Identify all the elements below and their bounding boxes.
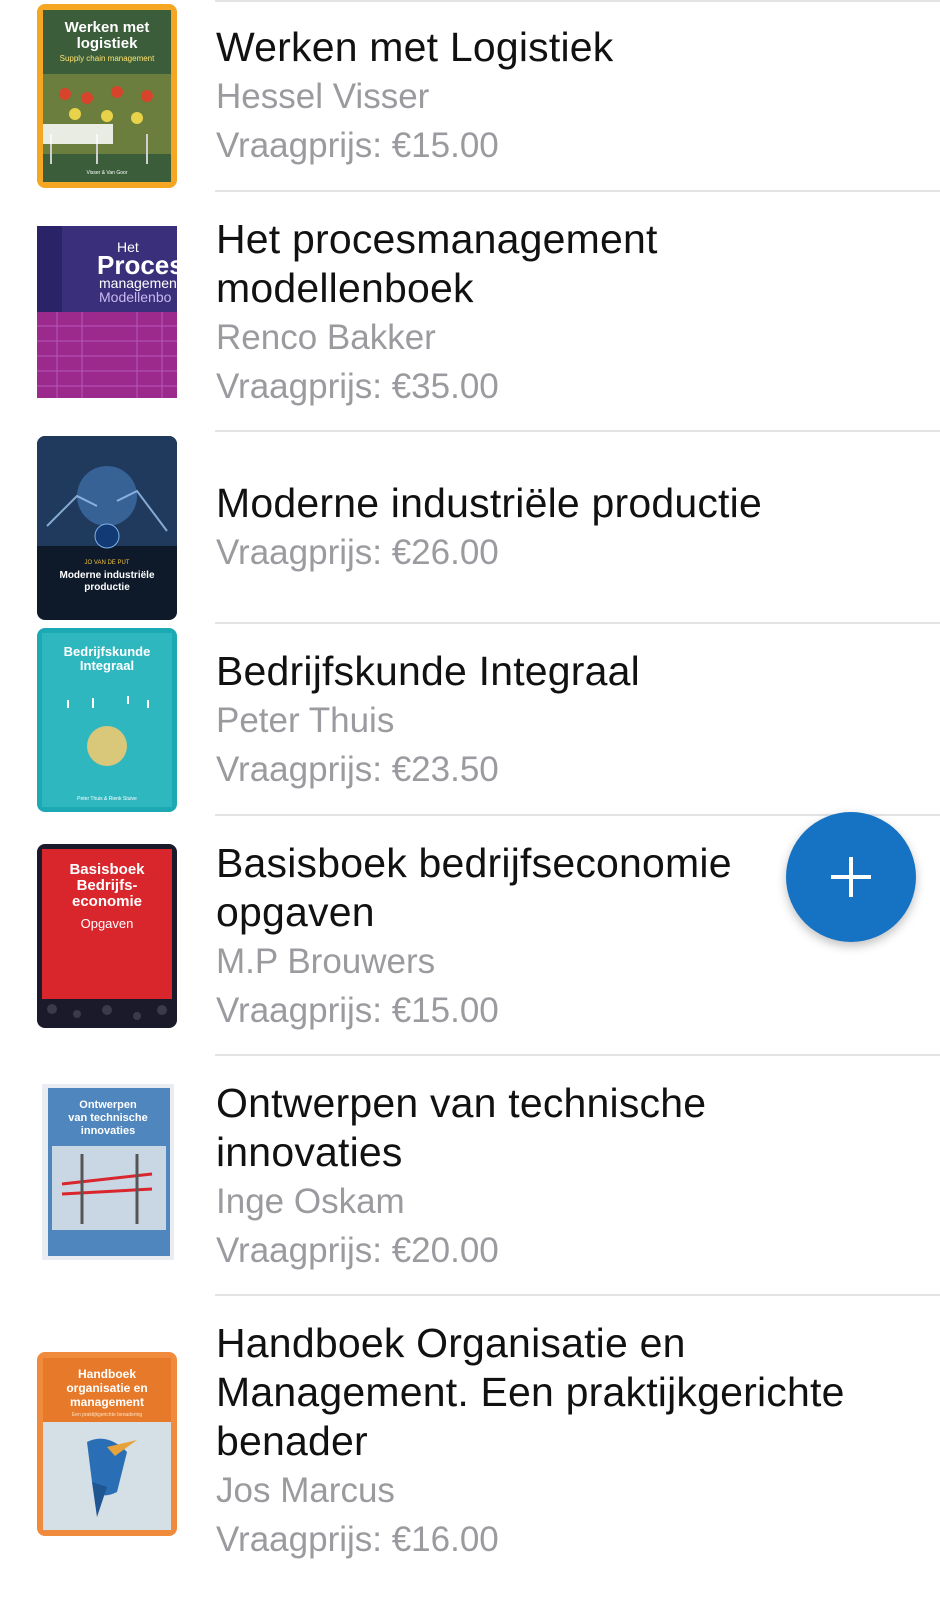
- cover-title-line: Bedrijfs-: [77, 877, 138, 894]
- book-title-continued: Management. Een praktijkgerichte: [216, 1369, 845, 1415]
- book-info: Het procesmanagement modellenboek Renco …: [216, 215, 930, 411]
- cover-image-basisboek-bedrijfseconomie: Basisboek Bedrijfs- economie Opgaven: [37, 844, 177, 1028]
- cover-image-handboek-organisatie: Handboek organisatie en management Een p…: [37, 1352, 177, 1536]
- book-info: Ontwerpen van technische innovaties Inge…: [216, 1079, 930, 1275]
- book-author: Jos Marcus: [216, 1471, 395, 1510]
- book-price: Vraagprijs: €15.00: [216, 991, 499, 1030]
- list-item[interactable]: Werken met logistiek Supply chain manage…: [0, 0, 940, 192]
- cover-subtitle: Opgaven: [81, 916, 134, 931]
- book-price: Vraagprijs: €20.00: [216, 1231, 499, 1270]
- cover-title-line: productie: [84, 582, 130, 593]
- book-cover: JO VAN DE PUT Moderne industriële produc…: [37, 436, 177, 620]
- list-item[interactable]: JO VAN DE PUT Moderne industriële produc…: [0, 432, 940, 624]
- book-price: Vraagprijs: €23.50: [216, 750, 499, 789]
- cover-title-line: management: [70, 1395, 144, 1409]
- book-title: Het procesmanagement: [216, 216, 658, 262]
- cover-title-line: Werken met: [65, 19, 150, 36]
- book-price: Vraagprijs: €26.00: [216, 533, 499, 572]
- book-price: Vraagprijs: €16.00: [216, 1520, 499, 1559]
- book-title: Werken met Logistiek: [216, 24, 614, 70]
- book-cover: Het Proces managemen Modellenbo: [37, 226, 177, 398]
- book-title-continued: benader: [216, 1418, 368, 1464]
- book-info: Bedrijfskunde Integraal Peter Thuis Vraa…: [216, 647, 930, 794]
- book-title: Handboek Organisatie en: [216, 1320, 686, 1366]
- book-title-continued: modellenboek: [216, 265, 474, 311]
- book-title: Moderne industriële productie: [216, 480, 762, 526]
- cover-authors: Visser & Van Goor: [87, 170, 128, 176]
- cover-image-ontwerpen-technische-innovaties: Ontwerpen van technische innovaties: [42, 1084, 174, 1260]
- book-title: Bedrijfskunde Integraal: [216, 648, 640, 694]
- list-item[interactable]: Het Proces managemen Modellenbo Het proc…: [0, 192, 940, 432]
- book-author: Renco Bakker: [216, 318, 436, 357]
- book-info: Handboek Organisatie en Management. Een …: [216, 1319, 930, 1564]
- cover-image-bedrijfskunde-integraal: Bedrijfskunde Integraal Peter Thuis & Ri…: [37, 628, 177, 812]
- add-book-button[interactable]: [786, 812, 916, 942]
- cover-image-moderne-industriele-productie: JO VAN DE PUT Moderne industriële produc…: [37, 436, 177, 620]
- cover-title-line: Bedrijfskunde: [64, 644, 151, 659]
- cover-image-werken-met-logistiek: Werken met logistiek Supply chain manage…: [37, 4, 177, 188]
- cover-subtitle: Supply chain management: [60, 54, 156, 63]
- book-title-continued: innovaties: [216, 1129, 403, 1175]
- cover-title-line: Integraal: [80, 658, 134, 673]
- book-list: Werken met logistiek Supply chain manage…: [0, 0, 940, 1600]
- cover-title-line: economie: [72, 893, 142, 910]
- book-info: Werken met Logistiek Hessel Visser Vraag…: [216, 23, 930, 170]
- cover-title-line: van technische: [68, 1112, 147, 1124]
- book-author: M.P Brouwers: [216, 942, 436, 981]
- book-price: Vraagprijs: €35.00: [216, 367, 499, 406]
- list-item[interactable]: Handboek organisatie en management Een p…: [0, 1296, 940, 1600]
- cover-author: JO VAN DE PUT: [85, 560, 130, 566]
- cover-title-line: Ontwerpen: [79, 1099, 137, 1111]
- cover-title-line: Moderne industriële: [59, 570, 154, 581]
- cover-title-line: Handboek: [78, 1367, 136, 1381]
- cover-authors: Peter Thuis & Rienk Stuive: [77, 796, 137, 802]
- list-item[interactable]: Ontwerpen van technische innovaties Ontw…: [0, 1056, 940, 1296]
- book-author: Peter Thuis: [216, 701, 395, 740]
- plus-icon: [831, 857, 871, 897]
- book-cover: Ontwerpen van technische innovaties: [42, 1084, 174, 1260]
- cover-title-line: innovaties: [81, 1125, 135, 1137]
- book-author: Inge Oskam: [216, 1182, 405, 1221]
- book-cover: Basisboek Bedrijfs- economie Opgaven: [37, 844, 177, 1028]
- book-title: Ontwerpen van technische: [216, 1080, 707, 1126]
- cover-title-line: Modellenbo: [99, 289, 172, 305]
- cover-title-line: organisatie en: [66, 1381, 147, 1395]
- cover-image-procesmanagement: Het Proces managemen Modellenbo: [37, 226, 177, 398]
- list-item[interactable]: Bedrijfskunde Integraal Peter Thuis & Ri…: [0, 624, 940, 816]
- book-price: Vraagprijs: €15.00: [216, 126, 499, 165]
- cover-title-line: Basisboek: [69, 861, 145, 878]
- book-cover: Handboek organisatie en management Een p…: [37, 1352, 177, 1536]
- book-cover: Bedrijfskunde Integraal Peter Thuis & Ri…: [37, 628, 177, 812]
- book-cover: Werken met logistiek Supply chain manage…: [37, 4, 177, 188]
- book-author: Hessel Visser: [216, 77, 430, 116]
- cover-title-line: logistiek: [77, 35, 139, 52]
- book-info: Moderne industriële productie Vraagprijs…: [216, 479, 930, 577]
- cover-subtitle: Een praktijkgerichte benadering: [72, 1412, 143, 1418]
